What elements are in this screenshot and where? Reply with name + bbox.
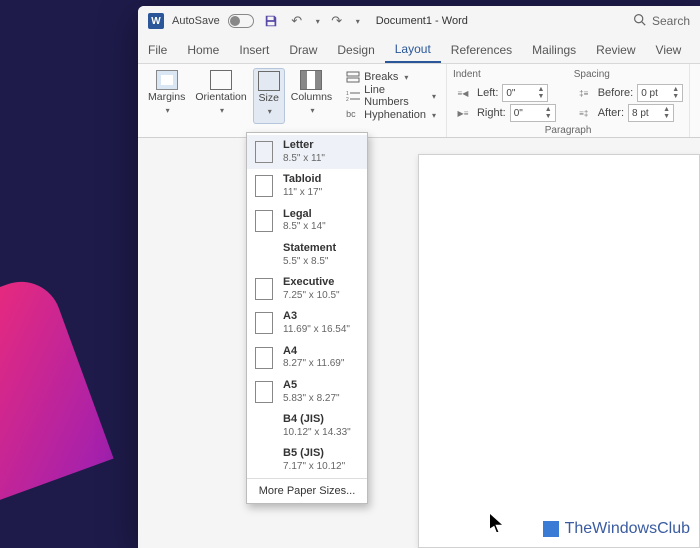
hyphenation-icon: bc (346, 109, 360, 121)
size-button[interactable]: Size ▾ (253, 68, 285, 124)
paper-size-a4[interactable]: A48.27" x 11.69" (247, 341, 367, 375)
margins-button[interactable]: Margins ▾ (144, 68, 189, 124)
undo-icon[interactable]: ↶ (288, 12, 306, 30)
save-icon[interactable] (262, 12, 280, 30)
paper-icon (255, 210, 273, 232)
search-icon (633, 13, 646, 29)
position-button[interactable]: Position ▾ (696, 68, 700, 124)
tab-references[interactable]: References (441, 36, 522, 63)
watermark: TheWindowsClub (543, 520, 690, 538)
chevron-down-icon: ▾ (268, 107, 272, 116)
orientation-button[interactable]: Orientation ▾ (191, 68, 250, 124)
tab-layout[interactable]: Layout (385, 36, 441, 63)
tab-review[interactable]: Review (586, 36, 645, 63)
ribbon-tabs: FileHomeInsertDrawDesignLayoutReferences… (138, 36, 700, 64)
paper-size-statement[interactable]: Statement5.5" x 8.5" (247, 238, 367, 272)
autosave-label: AutoSave (172, 15, 220, 27)
tab-home[interactable]: Home (177, 36, 229, 63)
margins-icon (156, 70, 178, 90)
paper-size-tabloid[interactable]: Tabloid11" x 17" (247, 169, 367, 203)
orientation-icon (210, 70, 232, 90)
spacing-after-input[interactable]: 8 pt ▲▼ (628, 104, 674, 122)
chevron-down-icon: ▾ (166, 106, 170, 115)
ribbon: Margins ▾ Orientation ▾ Size ▾ Columns ▾ (138, 64, 700, 138)
paper-size-legal[interactable]: Legal8.5" x 14" (247, 204, 367, 238)
indent-left-icon: ≡◀ (453, 89, 473, 98)
more-paper-sizes[interactable]: More Paper Sizes... (247, 478, 367, 503)
tab-view[interactable]: View (646, 36, 692, 63)
spacing-before-icon: ‡≡ (574, 89, 594, 98)
hyphenation-button[interactable]: bc Hyphenation▾ (342, 106, 440, 124)
document-title: Document1 - Word (376, 15, 468, 27)
columns-icon (300, 70, 322, 90)
columns-button[interactable]: Columns ▾ (287, 68, 336, 124)
tab-developer[interactable]: Developer (691, 36, 700, 63)
line-numbers-icon: 12 (346, 90, 360, 102)
tab-insert[interactable]: Insert (229, 36, 279, 63)
indent-right-input[interactable]: 0" ▲▼ (510, 104, 556, 122)
paper-icon (255, 347, 273, 369)
size-dropdown: Letter8.5" x 11"Tabloid11" x 17"Legal8.5… (246, 132, 368, 504)
spacing-heading: Spacing (574, 68, 683, 83)
word-app-icon: W (148, 13, 164, 29)
redo-icon[interactable]: ↷ (328, 12, 346, 30)
search-placeholder: Search (652, 14, 690, 28)
spacing-before-input[interactable]: 0 pt ▲▼ (637, 84, 683, 102)
chevron-down-icon: ▾ (220, 106, 224, 115)
autosave-toggle[interactable] (228, 14, 254, 28)
group-arrange: Position ▾ Wrap Text (690, 64, 700, 137)
paper-icon (255, 175, 273, 197)
undo-dropdown-caret[interactable]: ▾ (316, 17, 320, 26)
paper-icon (255, 381, 273, 403)
paper-icon (255, 278, 273, 300)
search-box[interactable]: Search (633, 13, 690, 29)
chevron-down-icon: ▾ (310, 106, 314, 115)
word-window: W AutoSave ↶ ▾ ↷ ▾ Document1 - Word Sear… (138, 6, 700, 548)
size-icon (258, 71, 280, 91)
tab-mailings[interactable]: Mailings (522, 36, 586, 63)
paper-size-b5-jis-[interactable]: B5 (JIS)7.17" x 10.12" (247, 443, 367, 477)
paper-size-a5[interactable]: A55.83" x 8.27" (247, 375, 367, 409)
tab-draw[interactable]: Draw (279, 36, 327, 63)
indent-left-input[interactable]: 0" ▲▼ (502, 84, 548, 102)
paper-size-b4-jis-[interactable]: B4 (JIS)10.12" x 14.33" (247, 409, 367, 443)
desktop-wallpaper-accent (0, 271, 114, 507)
paper-icon (255, 141, 273, 163)
paper-icon (255, 312, 273, 334)
document-page[interactable] (418, 154, 700, 548)
titlebar: W AutoSave ↶ ▾ ↷ ▾ Document1 - Word Sear… (138, 6, 700, 36)
document-area (418, 154, 700, 548)
paragraph-group-label: Paragraph (453, 123, 683, 140)
paper-size-letter[interactable]: Letter8.5" x 11" (247, 135, 367, 169)
group-paragraph: Indent ≡◀ Left: 0" ▲▼ ▶≡ Right: 0" (447, 64, 690, 137)
group-page-setup: Margins ▾ Orientation ▾ Size ▾ Columns ▾ (138, 64, 447, 137)
paper-size-executive[interactable]: Executive7.25" x 10.5" (247, 272, 367, 306)
spacing-after-icon: ≡‡ (574, 109, 594, 118)
indent-right-icon: ▶≡ (453, 109, 473, 118)
qat-customize-caret[interactable]: ▾ (356, 17, 360, 26)
tab-design[interactable]: Design (327, 36, 384, 63)
line-numbers-button[interactable]: 12 Line Numbers▾ (342, 86, 440, 106)
svg-text:2: 2 (346, 97, 349, 102)
watermark-icon (543, 521, 559, 537)
paper-size-a3[interactable]: A311.69" x 16.54" (247, 306, 367, 340)
tab-file[interactable]: File (138, 36, 177, 63)
indent-heading: Indent (453, 68, 556, 83)
breaks-icon (346, 71, 360, 83)
